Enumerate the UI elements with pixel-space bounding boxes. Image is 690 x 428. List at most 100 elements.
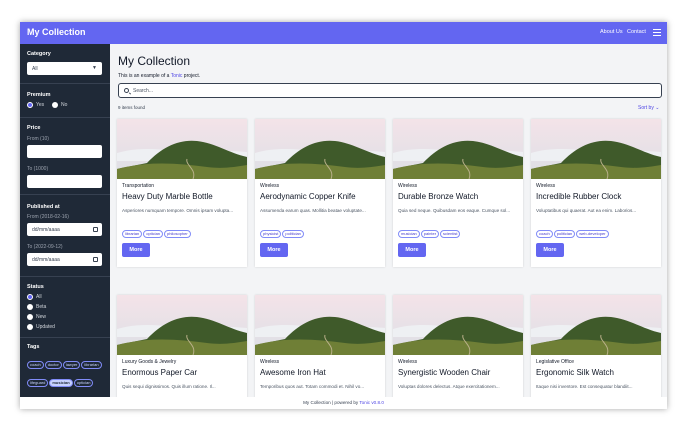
more-button[interactable]: More	[536, 243, 564, 257]
card-tag[interactable]: musician	[398, 229, 420, 238]
status-radio-updated[interactable]: Updated	[27, 324, 55, 330]
premium-radio-no[interactable]: No	[52, 102, 67, 108]
price-from-input[interactable]	[27, 145, 102, 158]
status-radio-all[interactable]: All	[27, 294, 42, 300]
published-from-date-input[interactable]: dd/mm/aaaa	[27, 223, 102, 236]
more-button[interactable]: More	[122, 243, 150, 257]
calendar-icon[interactable]	[93, 227, 98, 232]
published-to-label: To (2022-09-12)	[27, 244, 63, 250]
page-title: My Collection	[118, 54, 191, 68]
divider	[20, 194, 110, 195]
sort-by-dropdown[interactable]: Sort by ⌄	[638, 105, 659, 111]
card-tag[interactable]: scientist	[440, 229, 461, 238]
status-radio-new[interactable]: New	[27, 314, 46, 320]
card-title[interactable]: Heavy Duty Marble Bottle	[122, 192, 213, 201]
card-category: Wireless	[398, 359, 418, 365]
calendar-icon[interactable]	[93, 257, 98, 262]
card-tag[interactable]: painter	[420, 229, 440, 238]
nav-contact-link[interactable]: Contact	[627, 29, 646, 35]
product-card[interactable]: Wireless Durable Bronze Watch Quia sed neq…	[393, 119, 523, 267]
landscape-image	[393, 295, 523, 355]
product-card[interactable]: Transportation Heavy Duty Marble Bottle As…	[117, 119, 247, 267]
category-select[interactable]: All ▼	[27, 62, 102, 75]
sidebar-tag[interactable]: lawyer	[62, 360, 81, 369]
page-footer: My Collection | powered by Tonic v0.8.0	[20, 397, 667, 409]
card-title[interactable]: Durable Bronze Watch	[398, 192, 478, 201]
card-title[interactable]: Aerodynamic Copper Knife	[260, 192, 356, 201]
status-heading: Status	[27, 284, 44, 290]
landscape-image	[255, 119, 385, 179]
card-description: Assumenda earum quas. Mollitia beatae vo…	[260, 208, 366, 213]
card-tag-list: physicist politician	[260, 222, 385, 240]
product-card[interactable]: Wireless Incredible Rubber Clock Voluptati…	[531, 119, 661, 267]
landscape-image	[117, 295, 247, 355]
card-title[interactable]: Incredible Rubber Clock	[536, 192, 621, 201]
card-description: Temporibus quos aut. Totam commodi et. N…	[260, 384, 365, 389]
card-category: Legislative Office	[536, 359, 574, 365]
card-description: Asperiores numquam tempore. Omnis ipsam …	[122, 208, 234, 213]
card-tag-list: musician painter scientist	[398, 222, 523, 240]
premium-radio-yes[interactable]: Yes	[27, 102, 44, 108]
sidebar-tag[interactable]: optician	[73, 378, 94, 387]
tags-heading: Tags	[27, 344, 40, 350]
card-tag[interactable]: politician	[282, 229, 304, 238]
landscape-image	[393, 119, 523, 179]
product-card[interactable]: Wireless Synergistic Wooden Chair Voluptas…	[393, 295, 523, 397]
more-button[interactable]: More	[398, 243, 426, 257]
nav-about-link[interactable]: About Us	[600, 29, 623, 35]
card-tag[interactable]: librarian	[122, 229, 143, 238]
product-card[interactable]: Wireless Awesome Iron Hat Temporibus quos …	[255, 295, 385, 397]
sidebar-tag[interactable]: lifeguard	[27, 378, 49, 387]
divider	[20, 117, 110, 118]
radio-checked-icon	[27, 294, 33, 300]
card-tag[interactable]: physicist	[260, 229, 282, 238]
hamburger-menu-icon[interactable]	[653, 29, 661, 36]
category-heading: Category	[27, 51, 51, 57]
page-subtitle: This is an example of a Tonic project.	[118, 73, 201, 79]
sidebar-tag[interactable]: doctor	[44, 360, 62, 369]
search-input[interactable]: Search...	[118, 83, 662, 98]
card-title[interactable]: Enormous Paper Car	[122, 368, 197, 377]
sidebar-tag[interactable]: coach	[27, 360, 44, 369]
card-tag[interactable]: coach	[536, 229, 553, 238]
card-description: Voluptas dolores delectus. Atque exercit…	[398, 384, 500, 389]
sidebar-tag[interactable]: librarian	[81, 360, 102, 369]
card-tag[interactable]: philosopher	[164, 229, 191, 238]
card-category: Transportation	[122, 183, 155, 189]
landscape-image	[531, 119, 661, 179]
card-tag[interactable]: optician	[143, 229, 164, 238]
card-title[interactable]: Ergonomic Silk Watch	[536, 368, 614, 377]
divider	[20, 83, 110, 84]
radio-unchecked-icon	[27, 304, 33, 310]
card-category: Wireless	[398, 183, 418, 189]
published-from-label: From (2018-02-16)	[27, 214, 69, 220]
card-title[interactable]: Synergistic Wooden Chair	[398, 368, 490, 377]
card-title[interactable]: Awesome Iron Hat	[260, 368, 326, 377]
published-heading: Published at	[27, 204, 60, 210]
product-card[interactable]: Legislative Office Ergonomic Silk Watch It…	[531, 295, 661, 397]
price-to-label: To (1000)	[27, 166, 49, 172]
filter-sidebar: Category All ▼ Premium Yes No Price From…	[20, 44, 110, 397]
card-tag[interactable]: web-developer	[576, 229, 609, 238]
status-radio-beta[interactable]: Beta	[27, 304, 46, 310]
tonic-version-link[interactable]: Tonic v0.8.0	[359, 400, 384, 405]
card-category: Luxury Goods & Jewelry	[122, 359, 177, 365]
product-card[interactable]: Wireless Aerodynamic Copper Knife Assumend…	[255, 119, 385, 267]
chevron-down-icon: ▼	[92, 65, 97, 71]
brand-title[interactable]: My Collection	[27, 27, 86, 37]
card-category: Wireless	[536, 183, 556, 189]
search-icon	[124, 88, 129, 93]
product-card[interactable]: Luxury Goods & Jewelry Enormous Paper Car…	[117, 295, 247, 397]
premium-heading: Premium	[27, 92, 51, 98]
card-tag-list: coach politician web-developer	[536, 222, 661, 240]
main-content: My Collection This is an example of a To…	[110, 44, 667, 397]
price-to-input[interactable]	[27, 175, 102, 188]
more-button[interactable]: More	[260, 243, 288, 257]
tonic-link[interactable]: Tonic	[171, 73, 183, 79]
card-description: Voluptatibus qui quaerat. Aut ea enim. L…	[536, 208, 637, 213]
card-tag[interactable]: politician	[553, 229, 576, 238]
radio-checked-icon	[27, 102, 33, 108]
sidebar-tag[interactable]: musician	[49, 378, 73, 387]
price-heading: Price	[27, 125, 41, 131]
published-to-date-input[interactable]: dd/mm/aaaa	[27, 253, 102, 266]
